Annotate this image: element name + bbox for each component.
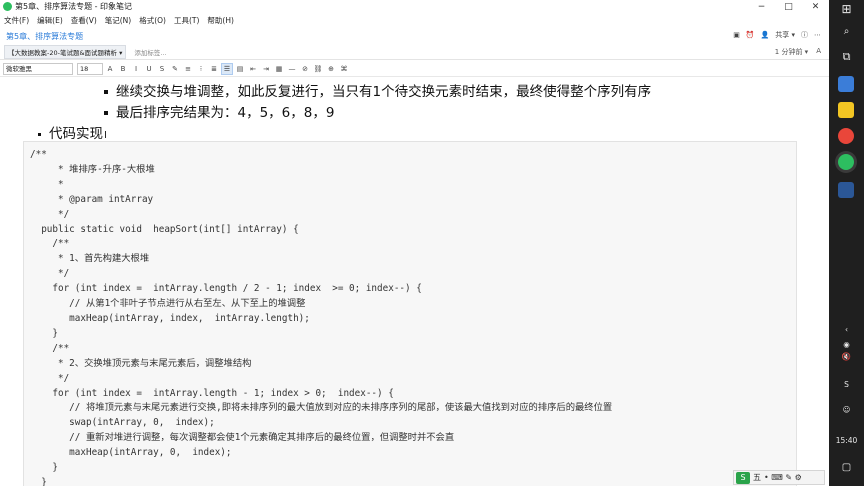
window-controls: − □ ✕ (748, 0, 829, 13)
menu-view[interactable]: 查看(V) (71, 15, 97, 26)
indent-icon[interactable]: ⇥ (260, 63, 272, 75)
close-button[interactable]: ✕ (802, 0, 829, 13)
attachment-icon[interactable]: ⊕ (325, 63, 337, 75)
bullet-dot-icon (104, 111, 108, 115)
bullet-dot-icon (104, 90, 108, 94)
underline-icon[interactable]: U (143, 63, 155, 75)
code-text: /** * 堆排序-升序-大根堆 * * @param intArray */ … (30, 149, 613, 486)
section-heading: 代码实现 (38, 122, 103, 142)
menu-bar: 文件(F) 编辑(E) 查看(V) 笔记(N) 格式(O) 工具(T) 帮助(H… (0, 14, 829, 26)
explorer-icon[interactable] (838, 76, 854, 92)
bold-icon[interactable]: B (117, 63, 129, 75)
align-left-icon[interactable]: ≡ (182, 63, 194, 75)
windows-taskbar: ⊞ ⌕ ⧉ ‹ ◉ 🔇 S ☺ 15:40 ▢ (829, 0, 864, 486)
info-icon[interactable]: ⓘ (801, 30, 808, 40)
note-title[interactable]: 第5章、排序算法专题 (6, 31, 83, 42)
bullet-item: 继续交换与堆调整，如此反复进行，当只有1个待交换元素时结束，最终使得整个序列有序 (104, 80, 651, 100)
menu-format[interactable]: 格式(O) (139, 15, 166, 26)
note-header: 第5章、排序算法专题 ▣ ⏰ 👤 共享 ▾ ⓘ ⋯ (0, 28, 829, 44)
text-cursor-icon: I (104, 130, 107, 141)
font-size-select[interactable]: 18 (77, 63, 103, 75)
notifications-icon[interactable]: ▢ (829, 462, 864, 473)
clear-format-icon[interactable]: ⊘ (299, 63, 311, 75)
font-size-icon[interactable]: A (816, 47, 821, 57)
checklist-icon[interactable]: ▤ (234, 63, 246, 75)
clock-text[interactable]: 15:40 (829, 436, 864, 445)
wechat-icon[interactable]: ◉ (829, 340, 864, 349)
ime-mode[interactable]: 五 (753, 472, 761, 483)
add-tag-input[interactable]: 添加标签... (134, 47, 166, 57)
window-title: 第5章、排序算法专题 - 印象笔记 (15, 2, 133, 11)
notebook-selector[interactable]: 【大数据教案-20-笔试题&面试题精析 ▾ (4, 45, 127, 59)
menu-tools[interactable]: 工具(T) (174, 15, 199, 26)
ime-tools[interactable]: • ⌨ ✎ ⚙ (764, 473, 802, 482)
code-block[interactable]: /** * 堆排序-升序-大根堆 * * @param intArray */ … (23, 141, 797, 486)
word-icon[interactable] (838, 182, 854, 198)
volume-icon[interactable]: 🔇 (829, 352, 864, 361)
last-edited-time[interactable]: 1 分钟前 ▾ (775, 47, 808, 57)
sogou-input-icon[interactable]: S (829, 380, 864, 389)
text-color-icon[interactable]: A (104, 63, 116, 75)
horizontal-rule-icon[interactable]: — (286, 63, 298, 75)
highlight-icon[interactable]: ✎ (169, 63, 181, 75)
table-icon[interactable]: ▦ (273, 63, 285, 75)
outdent-icon[interactable]: ⇤ (247, 63, 259, 75)
italic-icon[interactable]: I (130, 63, 142, 75)
menu-file[interactable]: 文件(F) (4, 15, 29, 26)
presentation-icon[interactable]: ▣ (733, 31, 740, 39)
font-family-select[interactable]: 微软雅黑 (3, 63, 73, 75)
numbered-list-icon[interactable]: ⁝ (195, 63, 207, 75)
section-heading-text: 代码实现 (49, 126, 103, 142)
strikethrough-icon[interactable]: S (156, 63, 168, 75)
bullet-list-icon[interactable]: ☰ (221, 63, 233, 75)
menu-note[interactable]: 笔记(N) (105, 15, 131, 26)
code-block-icon[interactable]: ⌘ (338, 63, 350, 75)
sticky-notes-icon[interactable] (838, 102, 854, 118)
tray-app-icon[interactable]: ☺ (829, 405, 864, 414)
sogou-logo-icon[interactable]: S (736, 471, 750, 484)
checkbox-list-icon[interactable]: ≣ (208, 63, 220, 75)
menu-help[interactable]: 帮助(H) (207, 15, 234, 26)
windows-start-icon[interactable]: ⊞ (829, 2, 864, 16)
menu-edit[interactable]: 编辑(E) (37, 15, 63, 26)
share-button[interactable]: 共享 ▾ (775, 30, 795, 40)
bullet-item: 最后排序完结果为：4，5，6，8，9 (104, 101, 334, 121)
search-icon[interactable]: ⌕ (829, 26, 864, 37)
ime-toolbar[interactable]: S 五 • ⌨ ✎ ⚙ (733, 470, 825, 485)
maximize-button[interactable]: □ (775, 0, 802, 13)
task-view-icon[interactable]: ⧉ (829, 50, 864, 64)
reminder-icon[interactable]: ⏰ (746, 31, 755, 39)
evernote-logo-icon (3, 2, 12, 11)
bullet-text: 最后排序完结果为：4，5，6，8，9 (116, 105, 335, 121)
title-bar: 第5章、排序算法专题 - 印象笔记 − □ ✕ (0, 0, 829, 13)
chrome-icon[interactable] (838, 128, 854, 144)
minimize-button[interactable]: − (748, 0, 775, 13)
share-icon[interactable]: 👤 (761, 31, 770, 39)
note-body[interactable]: 继续交换与堆调整，如此反复进行，当只有1个待交换元素时结束，最终使得整个序列有序… (0, 77, 829, 486)
link-icon[interactable]: ⛓ (312, 63, 324, 75)
tag-bar: 【大数据教案-20-笔试题&面试题精析 ▾ 添加标签... 1 分钟前 ▾ A (0, 45, 829, 60)
bullet-text: 继续交换与堆调整，如此反复进行，当只有1个待交换元素时结束，最终使得整个序列有序 (116, 84, 652, 100)
more-icon[interactable]: ⋯ (814, 31, 821, 39)
bullet-dot-icon (38, 132, 41, 136)
evernote-taskbar-icon[interactable] (838, 154, 854, 170)
show-hidden-icons-icon[interactable]: ‹ (829, 325, 864, 334)
formatting-toolbar: 微软雅黑 18 A B I U S ✎ ≡ ⁝ ≣ ☰ ▤ ⇤ ⇥ ▦ — ⊘ … (0, 62, 829, 77)
